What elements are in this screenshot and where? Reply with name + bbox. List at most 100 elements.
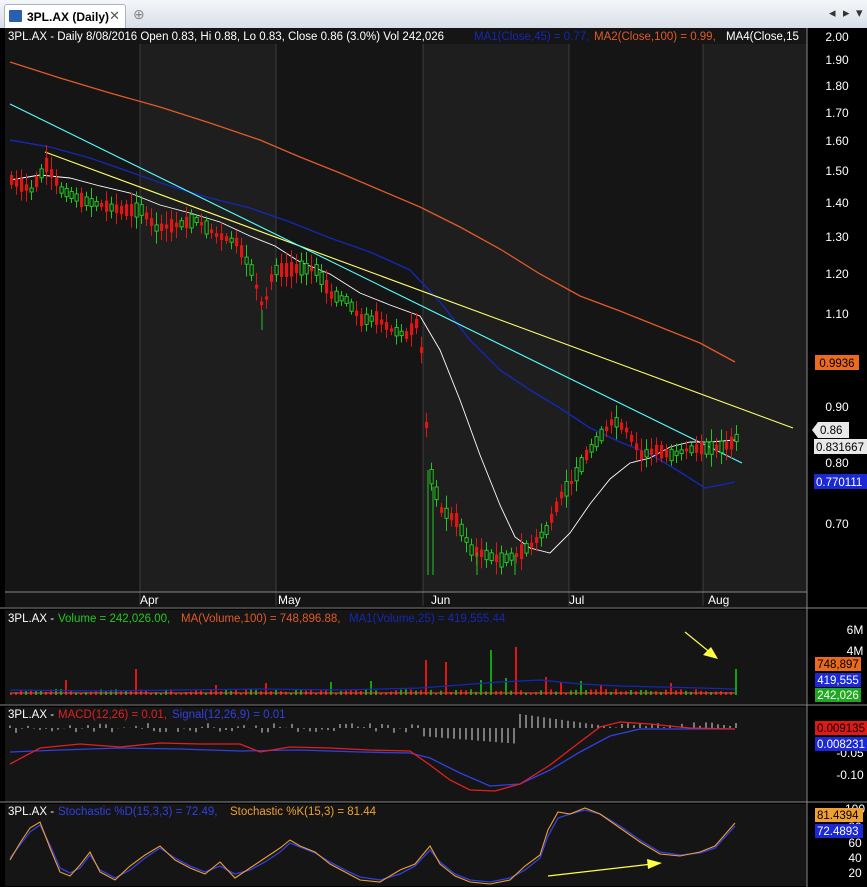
vol-label-vol: 242,026 [817,690,859,702]
tab-title: 3PL.AX (Daily) [27,10,110,24]
volume-bar [430,689,432,695]
scroll-left-icon[interactable]: ◂ [829,5,836,21]
volume-bar [665,689,667,695]
tab-chart[interactable]: 3PL.AX (Daily) ✕ [4,4,126,29]
price-label-ma1: 0.770111 [814,474,867,489]
stoch-tick-60: 60 [848,836,862,850]
volume-bar [400,689,402,695]
svg-text:0.770111: 0.770111 [816,477,862,489]
volume-bar [515,647,517,695]
macd-label: 0.009135 [817,723,865,735]
stoch-header-k: Stochastic %K(15,3) = 81.44 [230,806,377,818]
y-tick-150: 1.50 [825,164,849,178]
y-tick-090: 0.90 [825,400,849,414]
new-tab-icon[interactable]: ⊕ [133,6,145,23]
y-tick-080: 0.80 [825,456,849,470]
stoch-tick-20: 20 [848,866,862,880]
volume-bar [235,689,237,695]
volume-bar [245,689,247,695]
macd-header-signal: Signal(12,26,9) = 0.01 [172,709,285,721]
y-tick-140: 1.40 [825,196,849,210]
volume-bar [355,689,357,695]
svg-text:0.831667: 0.831667 [816,442,864,454]
volume-bar [730,692,732,695]
y-tick-110: 1.10 [825,307,849,321]
vol-tick-4m: 4M [847,644,864,658]
price-label-ma2: 0.9936 [815,355,859,370]
volume-bar [605,689,607,695]
price-label-close: 0.86 [812,422,849,438]
svg-text:0.86: 0.86 [820,425,842,437]
volume-bar [545,677,547,695]
candle [579,454,584,475]
x-tick-may: May [278,593,301,607]
volume-bar [695,689,697,695]
volume-bar [250,689,252,695]
volume-bar [505,678,507,695]
volume-bar [550,689,552,695]
y-tick-130: 1.30 [825,230,849,244]
volume-bar [295,689,297,695]
volume-bar [470,689,472,695]
price-panel[interactable] [5,28,807,607]
more-icon[interactable]: ▾ [856,5,863,21]
price-header: 3PL.AX - Daily 8/08/2016 Open 0.83, Hi 0… [8,31,444,43]
volume-bar [255,689,257,695]
x-tick-jul: Jul [569,593,584,607]
scroll-right-icon[interactable]: ▸ [843,5,850,21]
volume-bar [640,689,642,695]
volume-bar [735,669,737,695]
y-tick-160: 1.60 [825,134,849,148]
y-tick-180: 1.80 [825,79,849,93]
vol-label-ma: 748,897 [817,659,859,671]
volume-bar [365,689,367,695]
volume-bar [310,689,312,695]
vol-tick-6m: 6M [847,623,864,637]
y-tick-070: 0.70 [825,517,849,531]
volume-header-ma1: MA1(Volume,25) = 419,555.44 [349,613,506,625]
signal-label: 0.008231 [817,739,865,751]
x-tick-jun: Jun [431,593,450,607]
chart-area[interactable]: 3PL.AX - Daily 8/08/2016 Open 0.83, Hi 0… [0,28,867,887]
volume-bar [660,692,662,695]
volume-bar [275,689,277,695]
volume-bar [595,689,597,695]
volume-header-value: Volume = 242,026.00, [58,613,170,625]
y-tick-120: 1.20 [825,267,849,281]
volume-bar [425,660,427,695]
stoch-d-label: 72.4893 [817,826,859,838]
x-tick-apr: Apr [140,593,159,607]
volume-bar [405,689,407,695]
stoch-header-d: Stochastic %D(15,3,3) = 72.49, [58,806,218,818]
macd-panel[interactable] [5,707,807,802]
volume-bar [445,662,447,695]
macd-tick-010: -0.10 [836,768,864,782]
macd-header-ticker: 3PL.AX - [8,709,54,721]
candle [599,426,604,444]
chart-icon [9,10,22,22]
volume-bar [410,689,412,695]
stoch-tick-40: 40 [848,851,862,865]
volume-bar [460,689,462,695]
volume-bar [590,689,592,695]
macd-header-macd: MACD(12,26) = 0.01, [58,709,167,721]
volume-bar [455,689,457,695]
volume-bar [100,689,102,695]
svg-text:0.9936: 0.9936 [819,358,854,370]
volume-header-ma: MA(Volume,100) = 748,896.88, [181,613,341,625]
volume-bar [210,689,212,695]
volume-bar [225,689,227,695]
ma1-label: MA1(Close,45) = 0.77, [474,31,589,43]
close-icon[interactable]: ✕ [109,8,120,24]
vol-label-ma1: 419,555 [817,675,859,687]
stoch-k-label: 81.4394 [817,810,859,822]
ma2-label: MA2(Close,100) = 0.99, [594,31,716,43]
volume-header-ticker: 3PL.AX - [8,613,54,625]
volume-bar [680,689,682,695]
y-tick-200: 2.00 [825,30,849,44]
volume-bar [490,650,492,695]
ma4-label: MA4(Close,15 [726,31,799,43]
y-tick-190: 1.90 [825,53,849,67]
stoch-header-ticker: 3PL.AX - [8,806,54,818]
y-tick-170: 1.70 [825,106,849,120]
